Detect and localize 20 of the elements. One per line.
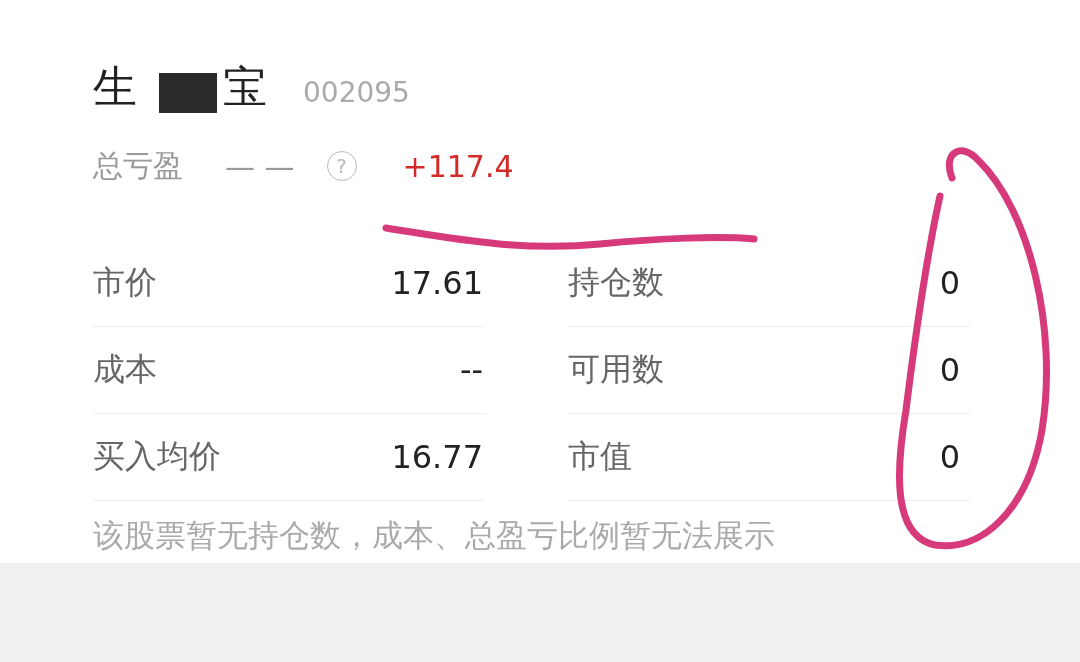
field-value: 0 <box>939 351 960 389</box>
field-label: 可用数 <box>568 349 664 390</box>
field-value: -- <box>459 351 483 389</box>
redaction-block <box>159 73 217 113</box>
total-profit-label: 总亏盈 <box>93 146 183 185</box>
stock-code: 002095 <box>303 75 410 109</box>
field-label: 成本 <box>93 349 157 390</box>
field-value: 0 <box>939 438 960 476</box>
field-value: 0 <box>939 264 960 302</box>
placeholder-dashes: — — <box>225 148 295 184</box>
field-label: 买入均价 <box>93 436 221 477</box>
field-label: 持仓数 <box>568 262 664 303</box>
field-label: 市价 <box>93 262 157 303</box>
stock-name: 宝 <box>223 59 267 114</box>
total-profit-value: +117.4 <box>402 148 514 184</box>
field-label: 市值 <box>568 436 632 477</box>
field-value: 16.77 <box>391 438 483 476</box>
stock-name: 生 <box>93 59 137 114</box>
info-note: 该股票暂无持仓数，成本、总盈亏比例暂无法展示 <box>93 516 776 555</box>
field-value: 17.61 <box>391 264 483 302</box>
